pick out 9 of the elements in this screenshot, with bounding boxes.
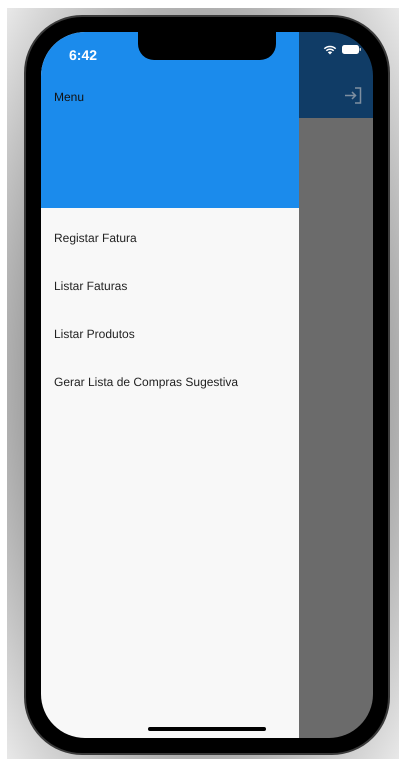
status-time: 6:42 xyxy=(69,47,98,63)
battery-icon xyxy=(342,45,361,54)
login-icon[interactable] xyxy=(344,87,362,104)
drawer-title: Menu xyxy=(54,90,84,104)
drawer-menu-item[interactable]: Listar Faturas xyxy=(54,277,128,295)
drawer-menu-item[interactable]: Gerar Lista de Compras Sugestiva xyxy=(54,373,238,391)
drawer-menu-item[interactable]: Listar Produtos xyxy=(54,325,135,343)
wifi-icon xyxy=(323,44,337,55)
drawer-menu-item[interactable]: Registar Fatura xyxy=(54,229,137,247)
